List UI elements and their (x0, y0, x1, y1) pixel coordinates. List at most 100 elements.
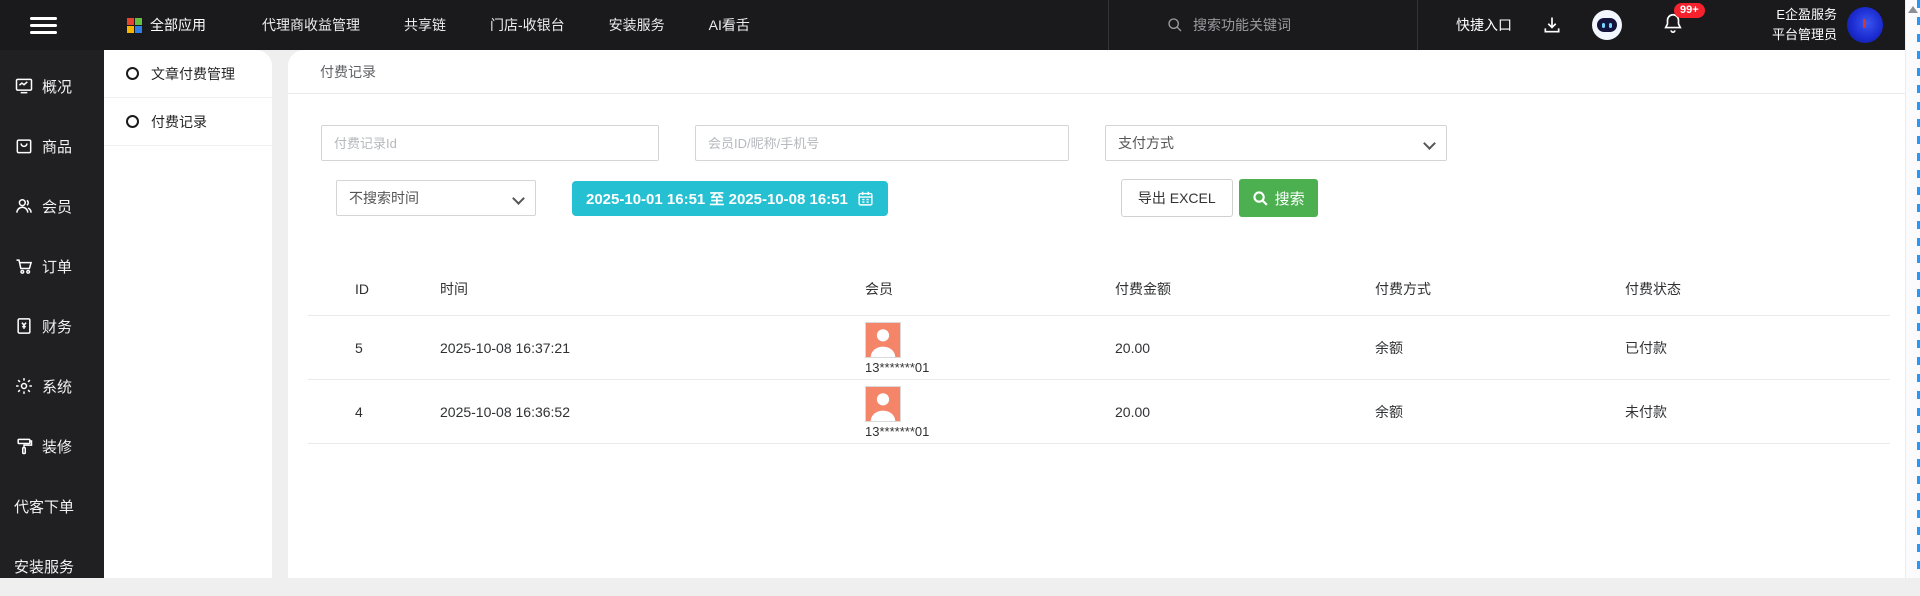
app-window: 全部应用 代理商收益管理 共享链 门店-收银台 安装服务 AI看舌 搜索功能关键… (0, 0, 1905, 578)
cell-member: 13*******01 (865, 380, 1115, 444)
cell-method: 余额 (1375, 380, 1625, 444)
goods-icon (14, 136, 34, 156)
submenu-label: 文章付费管理 (151, 64, 235, 84)
notifications-button[interactable]: 99+ (1662, 12, 1684, 39)
date-range-text: 2025-10-01 16:51 至 2025-10-08 16:51 (586, 188, 848, 209)
cell-time: 2025-10-08 16:37:21 (440, 316, 865, 380)
user-name: E企盈服务 (1772, 5, 1837, 25)
main-content: 付费记录 支付方式 不搜索时间 (288, 50, 1905, 578)
scroll-up-arrow-icon[interactable] (1908, 6, 1918, 13)
sidebar-item-goods[interactable]: 商品 (0, 116, 104, 176)
col-header-status: 付费状态 (1625, 279, 1890, 316)
member-phone: 13*******01 (865, 424, 1115, 439)
cell-time: 2025-10-08 16:36:52 (440, 380, 865, 444)
sidebar-label: 会员 (42, 196, 72, 217)
search-icon (1252, 190, 1269, 207)
table-row: 4 2025-10-08 16:36:52 13*******01 20.00 … (308, 380, 1890, 444)
time-mode-select[interactable]: 不搜索时间 (336, 180, 536, 216)
all-apps-button[interactable]: 全部应用 (127, 15, 206, 35)
cell-member: 13*******01 (865, 316, 1115, 380)
cell-method: 余额 (1375, 316, 1625, 380)
sidebar-item-decorate[interactable]: 装修 (0, 416, 104, 476)
cell-amount: 20.00 (1115, 316, 1375, 380)
submenu-panel: 文章付费管理 付费记录 (104, 50, 272, 578)
cell-id: 5 (308, 316, 440, 380)
pay-method-select[interactable]: 支付方式 (1105, 125, 1447, 161)
topnav-item-ai-tongue[interactable]: AI看舌 (709, 15, 750, 35)
cell-id: 4 (308, 380, 440, 444)
member-phone: 13*******01 (865, 360, 1115, 375)
export-excel-button[interactable]: 导出 EXCEL (1121, 179, 1233, 217)
topnav-item-install-service[interactable]: 安装服务 (609, 15, 665, 35)
pay-method-select-wrap: 支付方式 (1105, 125, 1447, 161)
search-button-label: 搜索 (1275, 188, 1305, 209)
sidebar-item-members[interactable]: 会员 (0, 176, 104, 236)
sidebar-label: 财务 (42, 316, 72, 337)
download-icon[interactable] (1542, 15, 1562, 35)
app-grid-icon (127, 18, 142, 33)
sidebar-item-orders[interactable]: 订单 (0, 236, 104, 296)
global-search-input[interactable]: 搜索功能关键词 (1108, 0, 1418, 50)
gear-icon (14, 376, 34, 396)
col-header-method: 付费方式 (1375, 279, 1625, 316)
payment-records-table: ID 时间 会员 付费金额 付费方式 付费状态 5 2025-10-08 16:… (308, 279, 1890, 444)
topnav-item-agent-revenue[interactable]: 代理商收益管理 (262, 15, 360, 35)
topbar: 全部应用 代理商收益管理 共享链 门店-收银台 安装服务 AI看舌 搜索功能关键… (0, 0, 1905, 50)
circle-icon (126, 67, 139, 80)
person-icon (868, 325, 898, 357)
members-icon (14, 196, 34, 216)
filter-area: 支付方式 不搜索时间 2025-10-01 16:51 至 2025-10-08… (288, 94, 1905, 217)
user-role: 平台管理员 (1772, 25, 1837, 45)
member-search-input[interactable] (695, 125, 1069, 161)
col-header-member: 会员 (865, 279, 1115, 316)
date-range-button[interactable]: 2025-10-01 16:51 至 2025-10-08 16:51 (572, 181, 888, 216)
ai-assistant-icon[interactable] (1592, 10, 1622, 40)
col-header-id: ID (308, 279, 440, 316)
sidebar-item-finance[interactable]: 财务 (0, 296, 104, 356)
circle-icon (126, 115, 139, 128)
paint-roller-icon (14, 436, 34, 456)
sidebar-item-overview[interactable]: 概况 (0, 56, 104, 116)
dashboard-icon (14, 76, 34, 96)
table-header-row: ID 时间 会员 付费金额 付费方式 付费状态 (308, 279, 1890, 316)
quick-entry-link[interactable]: 快捷入口 (1456, 15, 1512, 35)
finance-icon (14, 316, 34, 336)
sidebar-label: 概况 (42, 76, 72, 97)
top-navigation: 代理商收益管理 共享链 门店-收银台 安装服务 AI看舌 (262, 15, 750, 35)
sidebar-label: 代客下单 (14, 496, 74, 517)
record-id-input[interactable] (321, 125, 659, 161)
cell-amount: 20.00 (1115, 380, 1375, 444)
calendar-icon (857, 190, 874, 207)
member-avatar (865, 322, 901, 358)
submenu-item-article-pay-management[interactable]: 文章付费管理 (104, 50, 272, 98)
cell-status: 已付款 (1625, 316, 1890, 380)
submenu-label: 付费记录 (151, 112, 207, 132)
time-mode-select-wrap: 不搜索时间 (336, 180, 536, 216)
page-title: 付费记录 (320, 62, 376, 82)
submenu-item-payment-records[interactable]: 付费记录 (104, 98, 272, 146)
member-avatar (865, 386, 901, 422)
sidebar-label: 装修 (42, 436, 72, 457)
orders-icon (14, 256, 34, 276)
cell-status: 未付款 (1625, 380, 1890, 444)
sidebar-item-system[interactable]: 系统 (0, 356, 104, 416)
notification-count-badge: 99+ (1674, 3, 1705, 18)
table-row: 5 2025-10-08 16:37:21 13*******01 20.00 … (308, 316, 1890, 380)
sidebar-item-install-service[interactable]: 安装服务 (0, 536, 104, 596)
sidebar-label: 系统 (42, 376, 72, 397)
sidebar-label: 订单 (42, 256, 72, 277)
sidebar: 概况 商品 会员 订单 财务 系统 (0, 50, 104, 578)
sidebar-label: 商品 (42, 136, 72, 157)
avatar[interactable] (1847, 7, 1883, 43)
scrollbar[interactable] (1905, 0, 1920, 578)
topnav-item-store-cashier[interactable]: 门店-收银台 (490, 15, 565, 35)
person-icon (868, 389, 898, 421)
search-button[interactable]: 搜索 (1239, 179, 1318, 217)
global-search-placeholder: 搜索功能关键词 (1193, 15, 1291, 35)
user-info[interactable]: E企盈服务 平台管理员 (1772, 5, 1837, 45)
topnav-item-share-chain[interactable]: 共享链 (404, 15, 446, 35)
breadcrumb: 付费记录 (288, 50, 1905, 94)
sidebar-item-proxy-order[interactable]: 代客下单 (0, 476, 104, 536)
all-apps-label: 全部应用 (150, 15, 206, 35)
hamburger-menu-icon[interactable] (30, 13, 57, 38)
